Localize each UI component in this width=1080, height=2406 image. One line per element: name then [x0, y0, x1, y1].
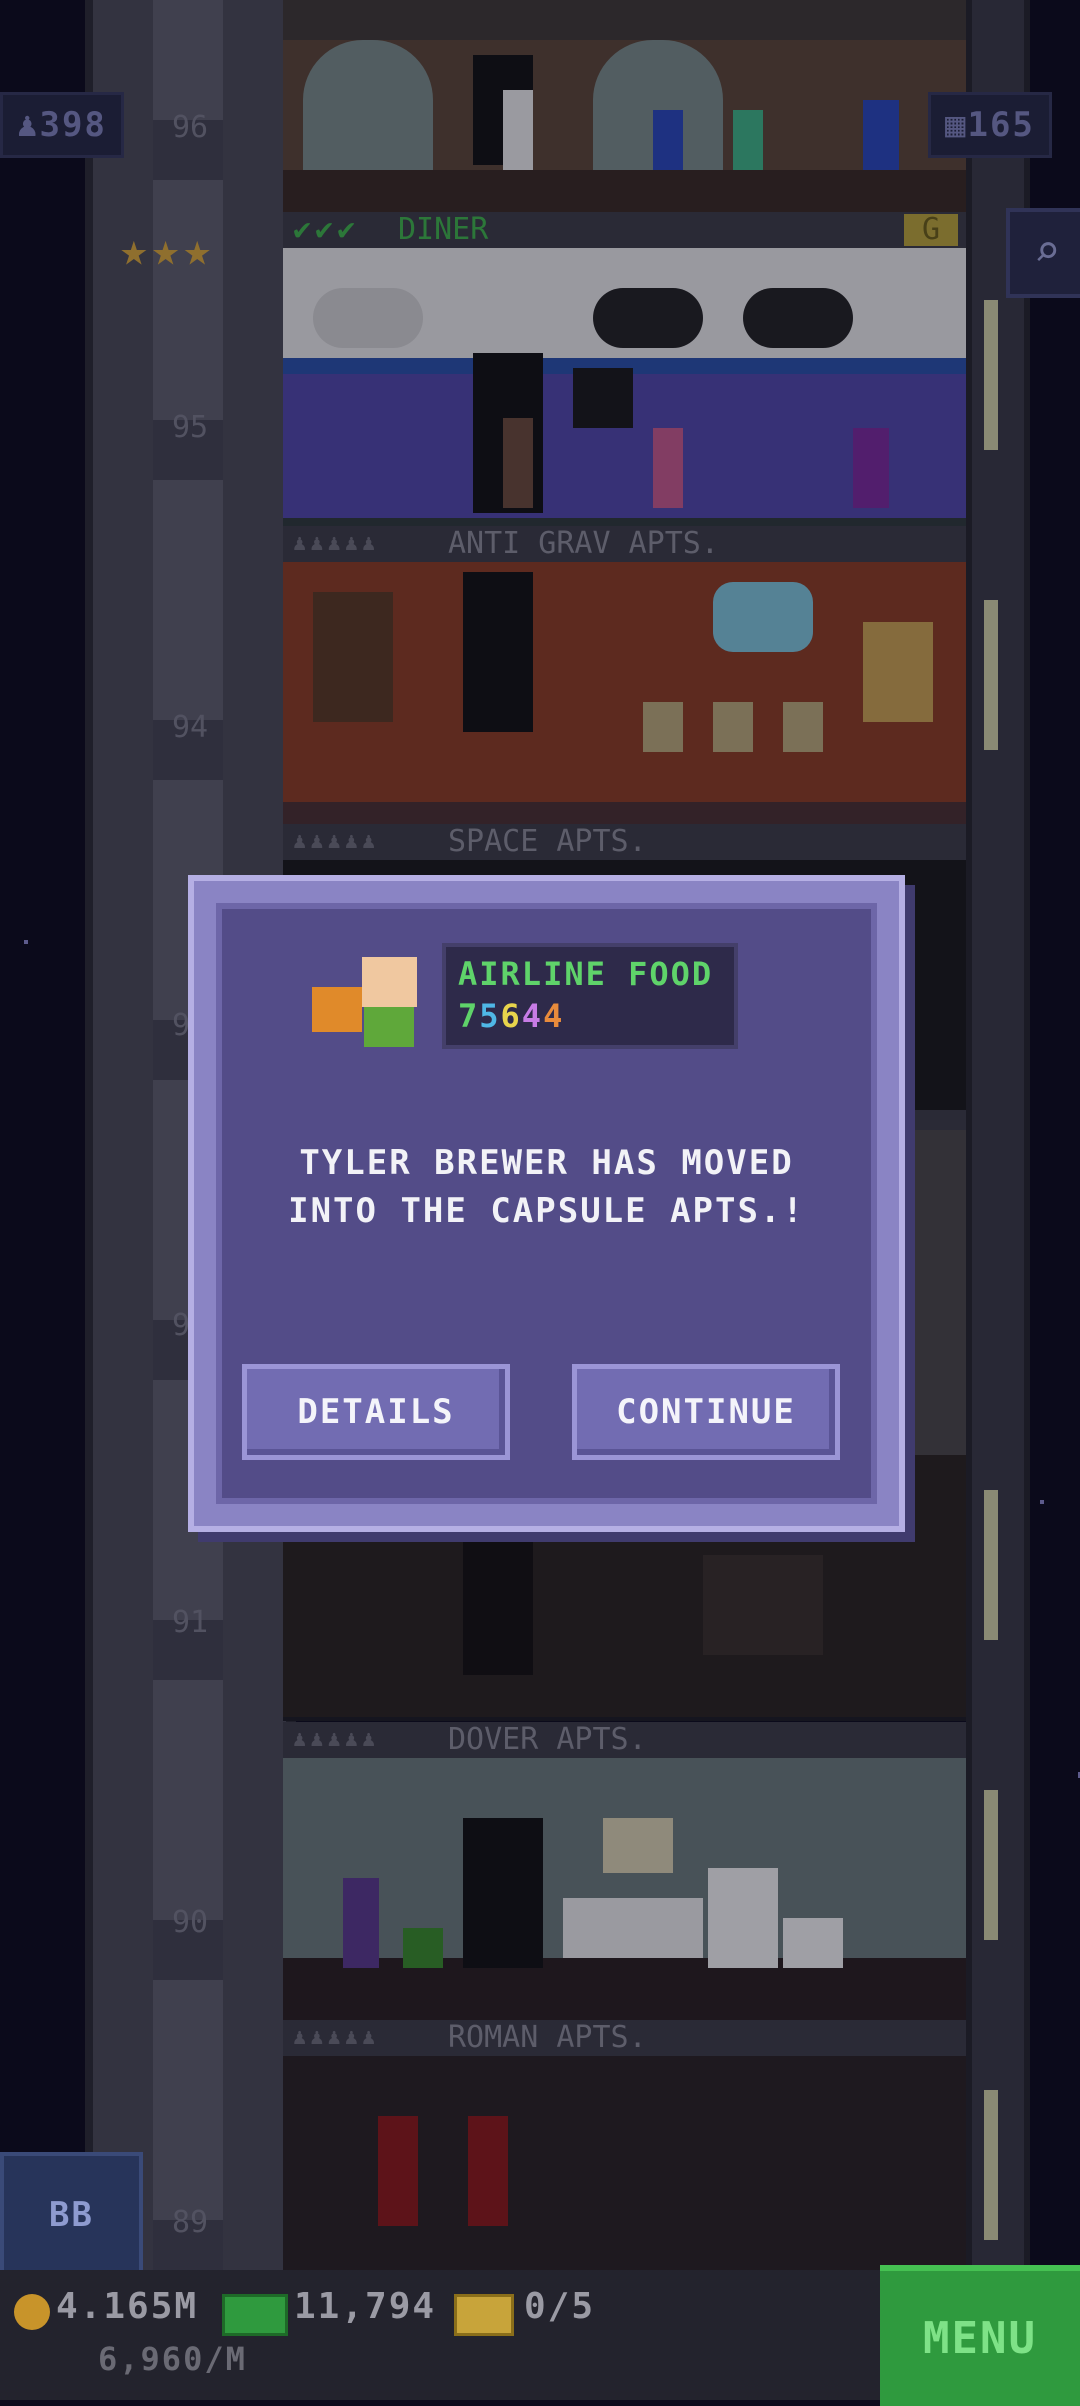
avatar-face — [362, 957, 417, 1007]
move-in-message: TYLER BREWER HAS MOVED INTO THE CAPSULE … — [288, 1143, 805, 1231]
coin-rate: 6,960/M — [98, 2340, 247, 2378]
tiger-pet-icon — [312, 987, 362, 1032]
resident-info-card: AIRLINE FOOD 75644 — [442, 943, 738, 1049]
bitizen-avatar — [312, 957, 422, 1047]
move-in-dialog: AIRLINE FOOD 75644 TYLER BREWER HAS MOVE… — [188, 875, 905, 1532]
bux-icon — [222, 2294, 288, 2336]
details-button[interactable]: DETAILS — [242, 1364, 510, 1460]
menu-button[interactable]: MENU — [880, 2265, 1080, 2406]
coins-value: 4.165M — [56, 2286, 199, 2327]
dialog-body: AIRLINE FOOD 75644 TYLER BREWER HAS MOVE… — [216, 903, 877, 1504]
tickets-value: 0/5 — [524, 2286, 596, 2327]
digit: 4 — [521, 997, 544, 1035]
ticket-icon — [454, 2294, 514, 2336]
coin-icon — [14, 2294, 50, 2330]
digit: 7 — [458, 997, 480, 1035]
digit: 6 — [500, 997, 522, 1035]
avatar-shirt — [364, 1007, 414, 1047]
digit: 5 — [479, 997, 501, 1035]
bitbook-button[interactable]: BB — [0, 2152, 143, 2278]
continue-button[interactable]: CONTINUE — [572, 1364, 840, 1460]
digit: 4 — [543, 997, 565, 1035]
job-title: AIRLINE FOOD — [458, 955, 714, 993]
bottom-status-bar: 4.165M 6,960/M 11,794 0/5 — [0, 2270, 880, 2400]
bux-value: 11,794 — [294, 2286, 437, 2327]
dream-job-digits: 75644 — [458, 997, 564, 1035]
